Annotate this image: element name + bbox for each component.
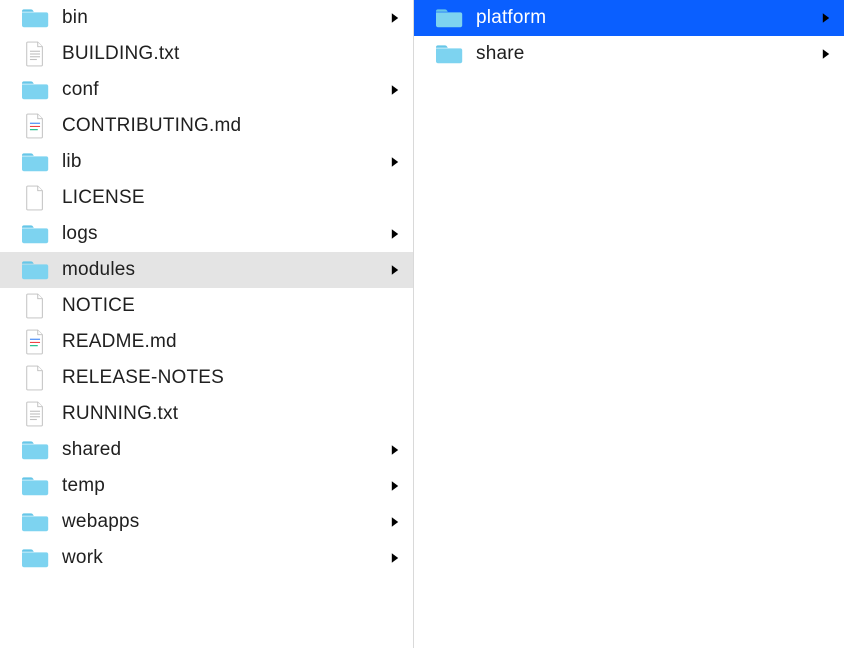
item-label: lib [62, 151, 375, 173]
folder-icon [20, 438, 50, 462]
finder-item[interactable]: NOTICE [0, 288, 413, 324]
finder-item[interactable]: LICENSE [0, 180, 413, 216]
text-file-icon [20, 402, 50, 426]
item-label: LICENSE [62, 187, 403, 209]
folder-icon [20, 258, 50, 282]
finder-item[interactable]: BUILDING.txt [0, 36, 413, 72]
finder-item[interactable]: bin [0, 0, 413, 36]
finder-item[interactable]: temp [0, 468, 413, 504]
item-label: bin [62, 7, 375, 29]
item-label: BUILDING.txt [62, 43, 403, 65]
expand-arrow-icon [387, 154, 403, 170]
finder-item[interactable]: shared [0, 432, 413, 468]
item-label: shared [62, 439, 375, 461]
file-icon [20, 366, 50, 390]
folder-icon [20, 510, 50, 534]
folder-icon [20, 78, 50, 102]
folder-icon [20, 6, 50, 30]
item-label: logs [62, 223, 375, 245]
item-label: RELEASE-NOTES [62, 367, 403, 389]
finder-item[interactable]: conf [0, 72, 413, 108]
folder-icon [434, 6, 464, 30]
finder-item[interactable]: platform [414, 0, 844, 36]
item-label: webapps [62, 511, 375, 533]
finder-item[interactable]: work [0, 540, 413, 576]
markdown-file-icon [20, 114, 50, 138]
item-label: temp [62, 475, 375, 497]
finder-item[interactable]: share [414, 36, 844, 72]
expand-arrow-icon [387, 262, 403, 278]
expand-arrow-icon [818, 46, 834, 62]
file-icon [20, 186, 50, 210]
item-label: conf [62, 79, 375, 101]
finder-item[interactable]: README.md [0, 324, 413, 360]
expand-arrow-icon [387, 478, 403, 494]
folder-icon [20, 222, 50, 246]
finder-column-1: bin BUILDING.txt conf CONTRIBUTING.md lib LIC… [0, 0, 414, 648]
file-icon [20, 294, 50, 318]
item-label: platform [476, 7, 806, 29]
item-label: README.md [62, 331, 403, 353]
item-label: NOTICE [62, 295, 403, 317]
folder-icon [20, 150, 50, 174]
finder-item[interactable]: logs [0, 216, 413, 252]
finder-item[interactable]: RELEASE-NOTES [0, 360, 413, 396]
expand-arrow-icon [387, 82, 403, 98]
finder-column-2: platform share [414, 0, 844, 648]
folder-icon [20, 546, 50, 570]
item-label: CONTRIBUTING.md [62, 115, 403, 137]
expand-arrow-icon [387, 442, 403, 458]
folder-icon [434, 42, 464, 66]
finder-item[interactable]: CONTRIBUTING.md [0, 108, 413, 144]
finder-item[interactable]: webapps [0, 504, 413, 540]
finder-item[interactable]: modules [0, 252, 413, 288]
expand-arrow-icon [818, 10, 834, 26]
item-label: share [476, 43, 806, 65]
finder-column-view: bin BUILDING.txt conf CONTRIBUTING.md lib LIC… [0, 0, 844, 648]
finder-item[interactable]: RUNNING.txt [0, 396, 413, 432]
markdown-file-icon [20, 330, 50, 354]
finder-item[interactable]: lib [0, 144, 413, 180]
expand-arrow-icon [387, 226, 403, 242]
text-file-icon [20, 42, 50, 66]
item-label: work [62, 547, 375, 569]
expand-arrow-icon [387, 550, 403, 566]
item-label: RUNNING.txt [62, 403, 403, 425]
expand-arrow-icon [387, 514, 403, 530]
expand-arrow-icon [387, 10, 403, 26]
folder-icon [20, 474, 50, 498]
item-label: modules [62, 259, 375, 281]
